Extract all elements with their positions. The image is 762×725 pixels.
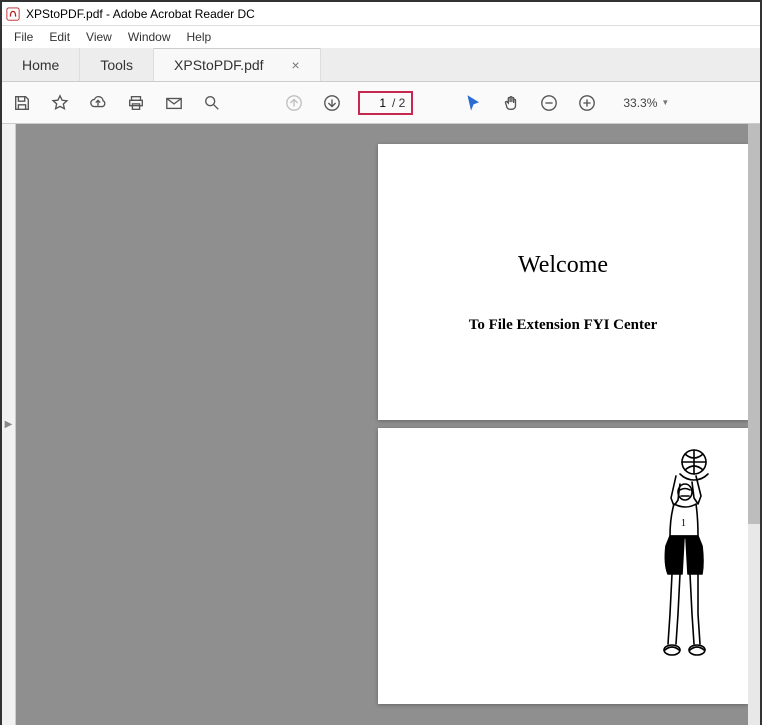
page-input[interactable] xyxy=(366,96,386,110)
pdf-page-1: Welcome To File Extension FYI Center xyxy=(378,144,748,420)
zoom-dropdown[interactable]: 33.3% ▼ xyxy=(623,96,669,110)
hand-icon[interactable] xyxy=(499,91,523,115)
chevron-down-icon: ▼ xyxy=(661,98,669,107)
star-icon[interactable] xyxy=(48,91,72,115)
menu-help[interactable]: Help xyxy=(179,28,220,46)
scrollbar-thumb[interactable] xyxy=(748,124,760,524)
page-up-icon[interactable] xyxy=(282,91,306,115)
search-icon[interactable] xyxy=(200,91,224,115)
cloud-upload-icon[interactable] xyxy=(86,91,110,115)
pointer-icon[interactable] xyxy=(461,91,485,115)
tab-home[interactable]: Home xyxy=(2,48,80,81)
tab-document-label: XPStoPDF.pdf xyxy=(174,57,264,73)
svg-text:1: 1 xyxy=(681,518,686,529)
window-title: XPStoPDF.pdf - Adobe Acrobat Reader DC xyxy=(26,7,255,21)
page-down-icon[interactable] xyxy=(320,91,344,115)
toolbar: / 2 33.3% ▼ xyxy=(2,82,760,124)
menubar: File Edit View Window Help xyxy=(2,26,760,48)
basketball-player-image: 1 xyxy=(636,446,726,676)
zoom-in-icon[interactable] xyxy=(575,91,599,115)
page-indicator: / 2 xyxy=(358,91,413,115)
save-icon[interactable] xyxy=(10,91,34,115)
menu-view[interactable]: View xyxy=(78,28,120,46)
zoom-value: 33.3% xyxy=(623,96,657,110)
page1-subheading: To File Extension FYI Center xyxy=(378,317,748,334)
email-icon[interactable] xyxy=(162,91,186,115)
chevron-right-icon: ▶ xyxy=(5,419,13,430)
tabbar: Home Tools XPStoPDF.pdf × xyxy=(2,48,760,82)
page-total: / 2 xyxy=(392,96,405,110)
page1-heading: Welcome xyxy=(378,252,748,279)
tab-document[interactable]: XPStoPDF.pdf × xyxy=(154,48,321,81)
sidebar-toggle[interactable]: ▶ xyxy=(2,124,16,725)
acrobat-icon xyxy=(6,7,20,21)
close-icon[interactable]: × xyxy=(292,57,300,73)
zoom-out-icon[interactable] xyxy=(537,91,561,115)
menu-file[interactable]: File xyxy=(6,28,41,46)
menu-window[interactable]: Window xyxy=(120,28,179,46)
tab-tools[interactable]: Tools xyxy=(80,48,154,81)
pdf-page-2: 1 xyxy=(378,428,748,704)
menu-edit[interactable]: Edit xyxy=(41,28,78,46)
vertical-scrollbar[interactable] xyxy=(748,124,760,725)
content-area: ▶ Welcome To File Extension FYI Center 1 xyxy=(2,124,760,725)
print-icon[interactable] xyxy=(124,91,148,115)
window-titlebar: XPStoPDF.pdf - Adobe Acrobat Reader DC xyxy=(2,2,760,26)
document-viewer[interactable]: Welcome To File Extension FYI Center 1 xyxy=(16,124,760,725)
